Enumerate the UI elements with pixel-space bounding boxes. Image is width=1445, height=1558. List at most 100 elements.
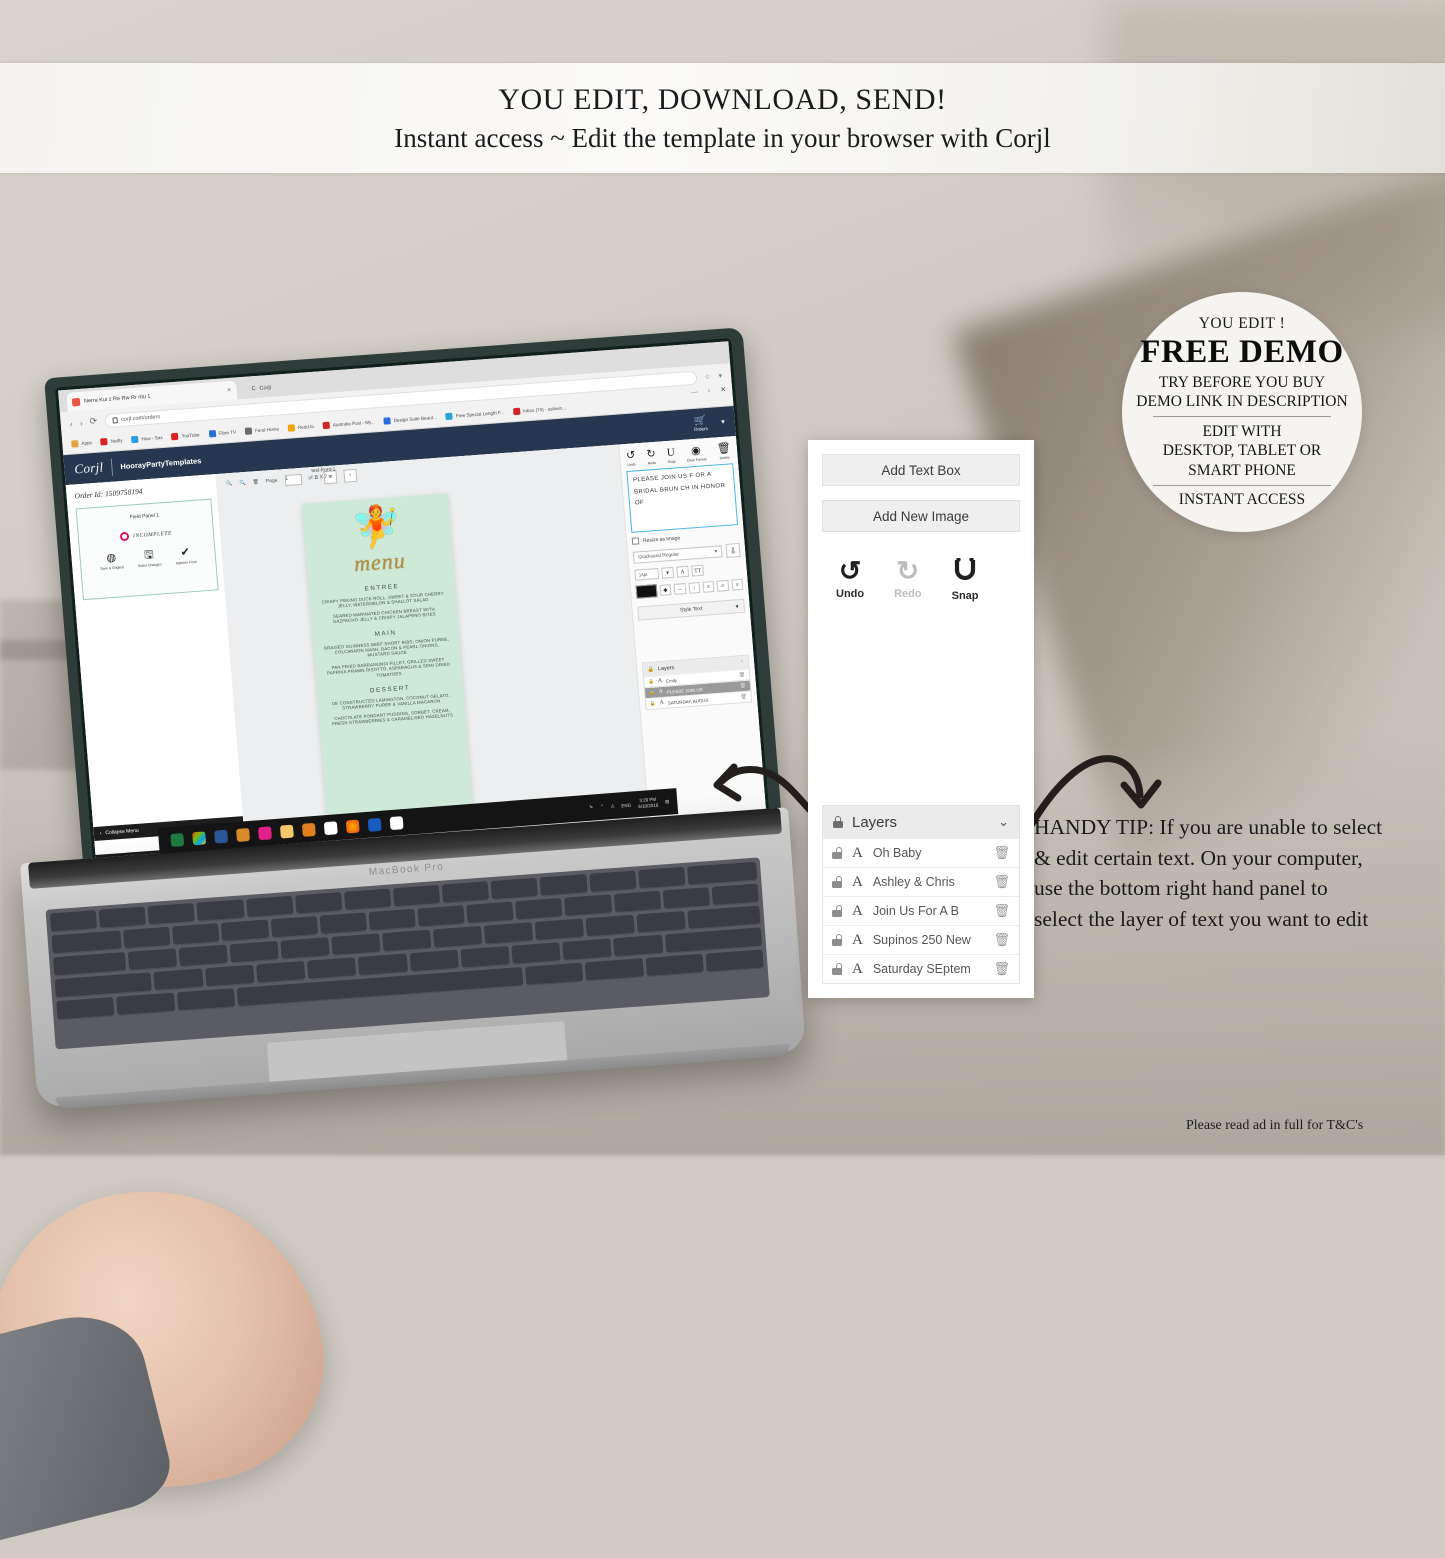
taskbar-app-icon[interactable]	[236, 827, 250, 842]
font-size-decrease-button[interactable]: ▾	[661, 566, 675, 579]
taskbar-app-icon[interactable]	[192, 830, 207, 845]
trash-icon[interactable]: 🗑	[739, 683, 746, 689]
letter-spacing-button[interactable]: ↔	[673, 583, 686, 595]
bold-button[interactable]: A	[676, 565, 690, 578]
list-item[interactable]: A Ashley & Chris 🗑	[823, 867, 1019, 896]
list-item[interactable]: A Supinos 250 New 🗑	[823, 925, 1019, 954]
lock-open-icon[interactable]	[832, 876, 842, 888]
undo-button[interactable]: ↺ Undo	[626, 449, 636, 467]
taskbar-app-icon[interactable]	[214, 829, 229, 844]
resize-as-image-checkbox-row[interactable]: Resize as Image	[631, 530, 739, 545]
align-center-button[interactable]: ≡	[716, 579, 729, 592]
reload-icon[interactable]: ⟳	[89, 416, 97, 428]
clear-format-button[interactable]: ◉ Clear Format	[686, 445, 707, 463]
snap-button[interactable]: U Snap	[666, 446, 676, 464]
star-icon[interactable]: ☆	[704, 372, 711, 380]
bookmark-item[interactable]: Redd.to	[287, 423, 315, 432]
add-new-image-button[interactable]: Add New Image	[822, 500, 1020, 532]
taskbar-app-icon[interactable]	[170, 832, 185, 847]
bookmark-item[interactable]: Fibre TV	[208, 429, 236, 438]
notifications-icon[interactable]: ▤	[665, 799, 670, 805]
taskbar-app-icon[interactable]	[389, 815, 404, 830]
back-icon[interactable]: ‹	[69, 418, 73, 428]
corjl-logo[interactable]: Corjl	[74, 459, 104, 477]
list-item[interactable]: A Oh Baby 🗑	[823, 838, 1019, 867]
chevron-down-icon[interactable]: ⌄	[998, 814, 1009, 830]
align-left-button[interactable]: ≡	[702, 580, 715, 593]
trash-icon[interactable]: 🗑	[740, 694, 747, 700]
lock-open-icon[interactable]	[832, 934, 842, 946]
chevron-up-icon[interactable]: ⌃	[600, 804, 604, 810]
text-color-swatch[interactable]	[635, 584, 658, 599]
bookmark-item[interactable]: Feral Home	[244, 425, 279, 435]
save-changes-button[interactable]: 🖫 Select Changes	[137, 549, 162, 568]
bookmark-item[interactable]: Apps	[71, 439, 92, 448]
maximize-icon[interactable]: ▫	[708, 387, 711, 395]
approve-final-button[interactable]: ✔ Approve Final	[174, 546, 196, 565]
trash-icon[interactable]: 🗑	[993, 932, 1010, 948]
font-size-input[interactable]: 14pt	[634, 567, 660, 581]
taskbar-app-icon[interactable]	[323, 820, 338, 835]
trash-icon[interactable]: 🗑	[993, 845, 1010, 861]
network-icon[interactable]: ◬	[611, 803, 615, 809]
minimize-icon[interactable]: —	[691, 388, 699, 396]
pen-icon[interactable]: ✎	[589, 805, 593, 811]
style-text-accordion[interactable]: Style Text ▾	[637, 598, 746, 621]
bookmark-item[interactable]: YouTube	[171, 431, 200, 441]
zoom-in-icon[interactable]: 🔍	[226, 481, 233, 487]
trash-icon[interactable]: 🗑	[993, 874, 1010, 890]
align-right-button[interactable]: ≡	[731, 578, 744, 591]
taskbar-app-icon[interactable]	[345, 819, 360, 834]
taskbar-app-icon[interactable]	[301, 822, 316, 837]
chevron-down-icon[interactable]: ▾	[721, 418, 725, 426]
bookmark-item[interactable]: Inbox (74) - ashwin...	[512, 404, 566, 416]
redo-button[interactable]: ↻ Redo	[646, 448, 656, 466]
layers-panel-header[interactable]: Layers ⌄	[823, 806, 1019, 838]
line-height-button[interactable]: ↕	[688, 582, 701, 594]
next-page-button[interactable]: ›	[343, 468, 358, 483]
font-upload-button[interactable]: ⇩	[725, 542, 741, 558]
list-item[interactable]: A Join Us For A B 🗑	[823, 896, 1019, 925]
delete-button[interactable]: 🗑 Delete	[716, 442, 732, 460]
taskbar-app-icon[interactable]	[279, 824, 294, 839]
undo-button[interactable]: ↺ Undo	[836, 558, 864, 602]
taskbar-clock[interactable]: 3:29 PM 6/10/2019	[638, 797, 659, 810]
bookmark-item[interactable]: How - Sax	[131, 434, 163, 444]
taskbar-app-icon[interactable]	[257, 825, 272, 840]
redo-button[interactable]: ↻ Redo	[894, 558, 922, 602]
text-edit-textarea[interactable]: PLEASE JOIN US F OR A BRIDAL BRUN CH IN …	[626, 463, 739, 533]
close-window-icon[interactable]: ✕	[720, 386, 727, 394]
lock-open-icon[interactable]	[832, 963, 842, 975]
bookmark-item[interactable]: Design Suite Beaut...	[383, 414, 437, 425]
checkbox-icon[interactable]	[631, 537, 640, 545]
bookmark-item[interactable]: Netfly	[100, 437, 123, 446]
add-text-box-button[interactable]: Add Text Box	[822, 454, 1020, 486]
close-icon[interactable]: ✕	[226, 387, 231, 394]
orders-button[interactable]: 🛒 Orders	[693, 415, 708, 432]
extension-icon[interactable]: ▾	[718, 371, 722, 379]
trash-icon[interactable]: 🗑	[993, 903, 1010, 919]
lock-icon[interactable]: 🔓	[650, 701, 656, 707]
lock-open-icon[interactable]	[832, 847, 842, 859]
bookmark-item[interactable]: Free Special Length F...	[445, 409, 504, 421]
list-item[interactable]: A Saturday SEptem 🗑	[823, 954, 1019, 983]
language-indicator[interactable]: ENG	[621, 802, 631, 808]
save-original-button[interactable]: ◍ Save & Original	[99, 552, 124, 571]
snap-button[interactable]: Snap	[952, 557, 979, 602]
uppercase-button[interactable]: TT	[691, 564, 705, 577]
trash-icon[interactable]: 🗑	[739, 672, 746, 678]
trash-icon[interactable]: 🗑	[993, 961, 1010, 977]
order-card[interactable]: Field Panel 1 INCOMPLETE ◍ Save & Origin…	[75, 498, 219, 601]
page-number-input[interactable]: 1	[284, 473, 302, 486]
lock-icon[interactable]: 🔓	[649, 690, 655, 696]
lock-open-icon[interactable]	[832, 905, 842, 917]
menu-design-canvas[interactable]: 🧚 menu ENTREE CRISPY PEKING DUCK ROLL, S…	[301, 493, 474, 828]
bookmark-item[interactable]: Australia Post - My...	[322, 418, 375, 430]
zoom-out-icon[interactable]: 🔍	[239, 480, 246, 486]
font-family-select[interactable]: Quicksand Regular ▾	[632, 545, 723, 564]
forward-icon[interactable]: ›	[79, 417, 83, 427]
delete-icon[interactable]: 🗑	[252, 479, 259, 485]
lock-icon[interactable]: 🔓	[648, 679, 654, 685]
fill-color-button[interactable]: ◆	[659, 584, 672, 596]
taskbar-app-icon[interactable]	[367, 817, 382, 832]
